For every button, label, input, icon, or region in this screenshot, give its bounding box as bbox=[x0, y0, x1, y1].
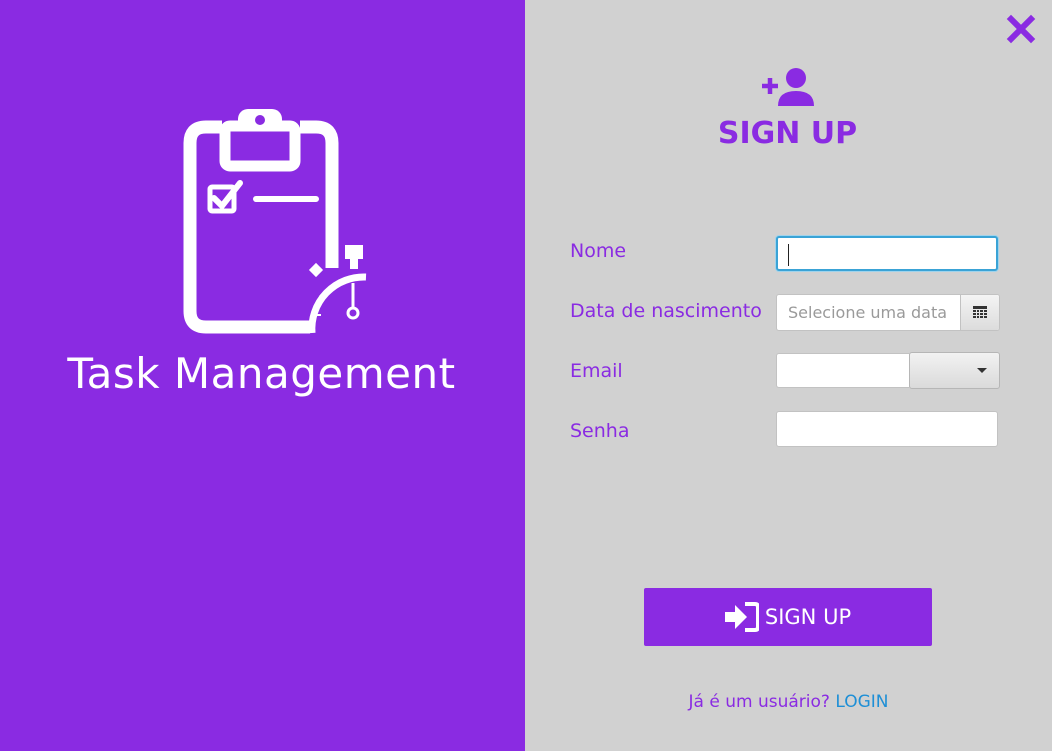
birthdate-input[interactable]: Selecione uma data bbox=[777, 295, 960, 330]
calendar-icon bbox=[973, 305, 987, 318]
email-input[interactable] bbox=[776, 353, 909, 388]
email-domain-select[interactable] bbox=[909, 352, 1000, 389]
branding-panel: Task Management bbox=[0, 0, 525, 751]
name-input[interactable] bbox=[776, 236, 998, 271]
login-link[interactable]: LOGIN bbox=[835, 692, 888, 712]
signup-button[interactable]: SIGN UP bbox=[644, 588, 932, 646]
chevron-down-icon bbox=[977, 368, 987, 373]
password-label: Senha bbox=[570, 420, 630, 442]
password-input[interactable] bbox=[776, 411, 998, 447]
calendar-button[interactable] bbox=[960, 295, 999, 330]
clipboard-stopwatch-icon bbox=[183, 109, 367, 334]
text-caret bbox=[788, 244, 789, 266]
close-icon[interactable] bbox=[1006, 14, 1036, 44]
login-prompt: Já é um usuário? bbox=[688, 692, 830, 712]
signup-button-label: SIGN UP bbox=[764, 605, 852, 629]
add-user-icon bbox=[762, 68, 814, 106]
email-label: Email bbox=[570, 360, 623, 382]
email-field-group bbox=[776, 352, 1000, 389]
form-title: SIGN UP bbox=[717, 116, 858, 151]
signup-window: Task Management SIGN UP Nome Data de nas… bbox=[0, 0, 1052, 751]
app-title: Task Management bbox=[67, 349, 456, 398]
signup-form-panel: SIGN UP Nome Data de nascimento Selecion… bbox=[525, 0, 1052, 751]
name-label: Nome bbox=[570, 240, 627, 262]
birthdate-picker[interactable]: Selecione uma data bbox=[776, 294, 1000, 331]
login-row: Já é um usuário? LOGIN bbox=[525, 692, 1052, 712]
birthdate-label: Data de nascimento bbox=[570, 300, 762, 322]
sign-in-icon bbox=[724, 602, 759, 632]
